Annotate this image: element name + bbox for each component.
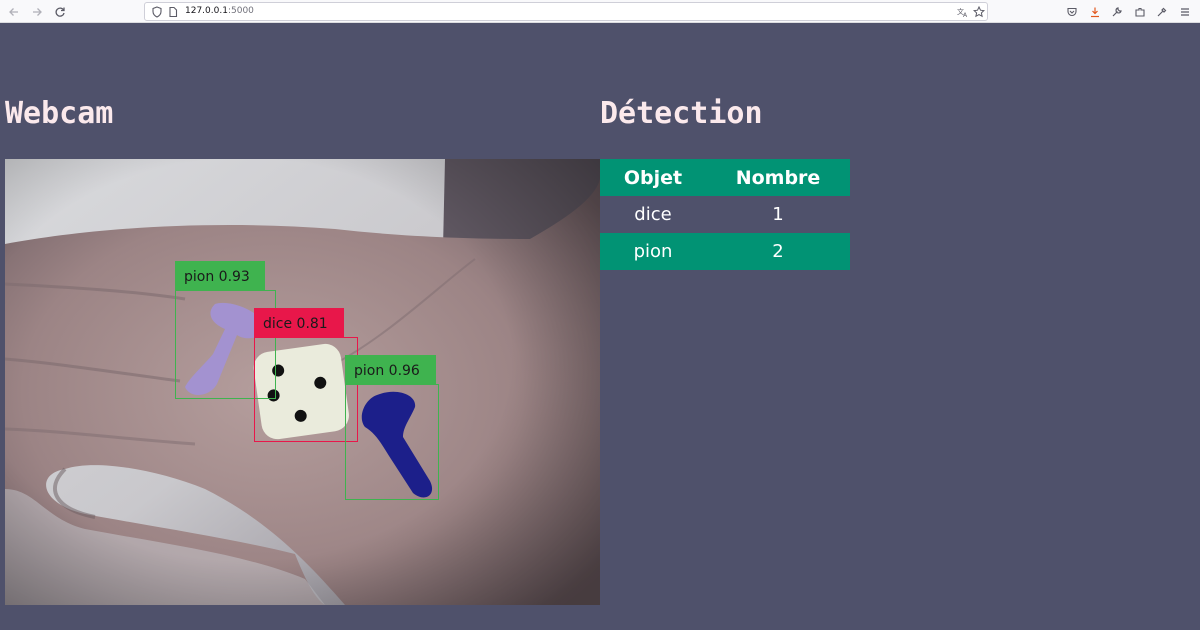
address-bar[interactable]: 127.0.0.1:5000 文A <box>144 2 988 21</box>
table-header-row: Objet Nombre <box>600 159 850 196</box>
table-row: pion 2 <box>600 233 850 270</box>
extensions-icon[interactable] <box>1130 0 1150 23</box>
detection-heading: Détection <box>600 96 763 131</box>
url-host: 127.0.0.1 <box>185 6 228 16</box>
forward-icon[interactable] <box>27 0 47 23</box>
page-info-icon[interactable] <box>163 3 183 20</box>
webcam-feed: pion 0.93 dice 0.81 pion 0.96 <box>5 159 600 605</box>
url-text[interactable]: 127.0.0.1:5000 <box>185 3 254 20</box>
detection-label: pion 0.93 <box>184 269 250 285</box>
reload-icon[interactable] <box>50 0 70 23</box>
detection-label: pion 0.96 <box>354 363 420 379</box>
eyedropper-icon[interactable] <box>1152 0 1172 23</box>
wrench-icon[interactable] <box>1107 0 1127 23</box>
svg-text:A: A <box>963 12 968 18</box>
column-header-objet: Objet <box>600 159 706 196</box>
cell-nombre: 1 <box>772 204 784 225</box>
cell-objet: dice <box>634 204 672 225</box>
table-row: dice 1 <box>600 196 850 233</box>
cell-nombre: 2 <box>706 233 850 270</box>
webcam-image: pion 0.93 dice 0.81 pion 0.96 <box>5 159 600 605</box>
detection-label: dice 0.81 <box>263 316 328 332</box>
bookmark-star-icon[interactable] <box>969 3 989 20</box>
back-icon[interactable] <box>4 0 24 23</box>
url-port: :5000 <box>227 6 254 16</box>
browser-toolbar: 127.0.0.1:5000 文A <box>0 0 1200 23</box>
detection-table: Objet Nombre dice 1 pion 2 <box>600 159 850 270</box>
menu-icon[interactable] <box>1175 0 1195 23</box>
pocket-icon[interactable] <box>1062 0 1082 23</box>
cell-objet: pion <box>600 233 706 270</box>
webcam-heading: Webcam <box>5 96 114 131</box>
column-header-nombre: Nombre <box>706 159 850 196</box>
downloads-icon[interactable] <box>1085 0 1105 23</box>
